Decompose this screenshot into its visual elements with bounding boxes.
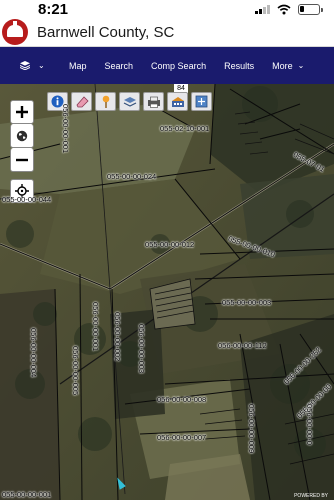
- nav-item-label: Search: [104, 60, 134, 71]
- print-icon: [147, 96, 160, 108]
- wifi-icon: [277, 4, 291, 14]
- parcel-label[interactable]: 055-00-00-024: [107, 172, 156, 181]
- eraser-tool-button[interactable]: [71, 92, 92, 111]
- buildings-icon: [171, 96, 184, 107]
- nav-item-results[interactable]: Results: [215, 61, 263, 71]
- parcel-label[interactable]: 056-00-00-008: [157, 395, 206, 404]
- buildings-tool-button[interactable]: [167, 92, 188, 111]
- print-tool-button[interactable]: [143, 92, 164, 111]
- signal-icon: [255, 4, 270, 14]
- battery-icon: [298, 3, 323, 15]
- status-icons: [255, 3, 323, 15]
- zoom-in-button[interactable]: [10, 100, 34, 124]
- minus-icon: [16, 158, 28, 161]
- globe-icon: [16, 130, 28, 141]
- nav-item-comp-search[interactable]: Comp Search: [142, 61, 215, 71]
- layers-tool-button[interactable]: [119, 92, 140, 111]
- layers-icon: [20, 61, 30, 70]
- parcel-label[interactable]: 056-00-00-112: [218, 341, 267, 350]
- globe-button[interactable]: [10, 124, 34, 148]
- map-toolbar: [47, 92, 212, 111]
- parcel-label[interactable]: 056-00-00-005: [71, 346, 80, 395]
- pin-icon: [102, 95, 109, 108]
- chevron-down-icon: ⌄: [297, 61, 305, 70]
- eraser-icon: [76, 95, 89, 107]
- page-title: Barnwell County, SC: [37, 23, 175, 41]
- parcel-label[interactable]: 056-00-00-009: [247, 404, 256, 453]
- parcel-label[interactable]: 056-00-00-0: [305, 404, 314, 445]
- nav-item-label: Map: [69, 60, 87, 71]
- parcel-label[interactable]: 056-00-00-001: [61, 104, 70, 153]
- status-bar: 8:21: [0, 0, 334, 18]
- nav-item-more[interactable]: More ⌄: [263, 61, 313, 71]
- parcel-label[interactable]: 055-00-00-003: [222, 298, 271, 307]
- nav-layers-menu[interactable]: ⌄: [0, 61, 60, 70]
- plus-icon: [16, 106, 28, 118]
- powered-by-label: POWERED BY: [294, 493, 328, 499]
- layers-stack-icon: [123, 96, 136, 107]
- nav-bar: ⌄ Map Search Comp Search Results More ⌄: [0, 47, 334, 84]
- parcel-label[interactable]: 056-00-00-007: [157, 433, 206, 442]
- parcel-map[interactable]: 84 055-02-10-001 055-07-01 055-00-00-024…: [0, 84, 334, 500]
- parcel-label[interactable]: 056-00-00-003: [137, 324, 146, 373]
- chevron-down-icon: ⌄: [38, 61, 45, 70]
- zoom-out-button[interactable]: [10, 148, 34, 172]
- county-seal-logo: [2, 19, 28, 45]
- parcel-label[interactable]: 055-00-00-012: [145, 240, 194, 249]
- nav-item-label: More: [272, 60, 293, 71]
- pin-tool-button[interactable]: [95, 92, 116, 111]
- nav-item-label: Results: [224, 60, 255, 71]
- nav-item-map[interactable]: Map: [60, 61, 96, 71]
- status-time: 8:21: [38, 0, 69, 18]
- parcel-label[interactable]: 056-00-00-002: [113, 312, 122, 361]
- extent-icon: [195, 95, 208, 108]
- app-header: Barnwell County, SC: [0, 18, 334, 47]
- nav-item-label: Comp Search: [151, 60, 207, 71]
- parcel-label[interactable]: 055-02-10-001: [160, 124, 209, 133]
- parcel-label[interactable]: 055-00-00-001: [2, 490, 51, 499]
- parcel-label[interactable]: 055-00-00-044: [2, 195, 51, 204]
- parcel-label[interactable]: 056-00-00-001: [91, 302, 100, 351]
- nav-item-search[interactable]: Search: [96, 61, 143, 71]
- parcel-label[interactable]: 056-00-00-004: [29, 328, 38, 377]
- extent-tool-button[interactable]: [191, 92, 212, 111]
